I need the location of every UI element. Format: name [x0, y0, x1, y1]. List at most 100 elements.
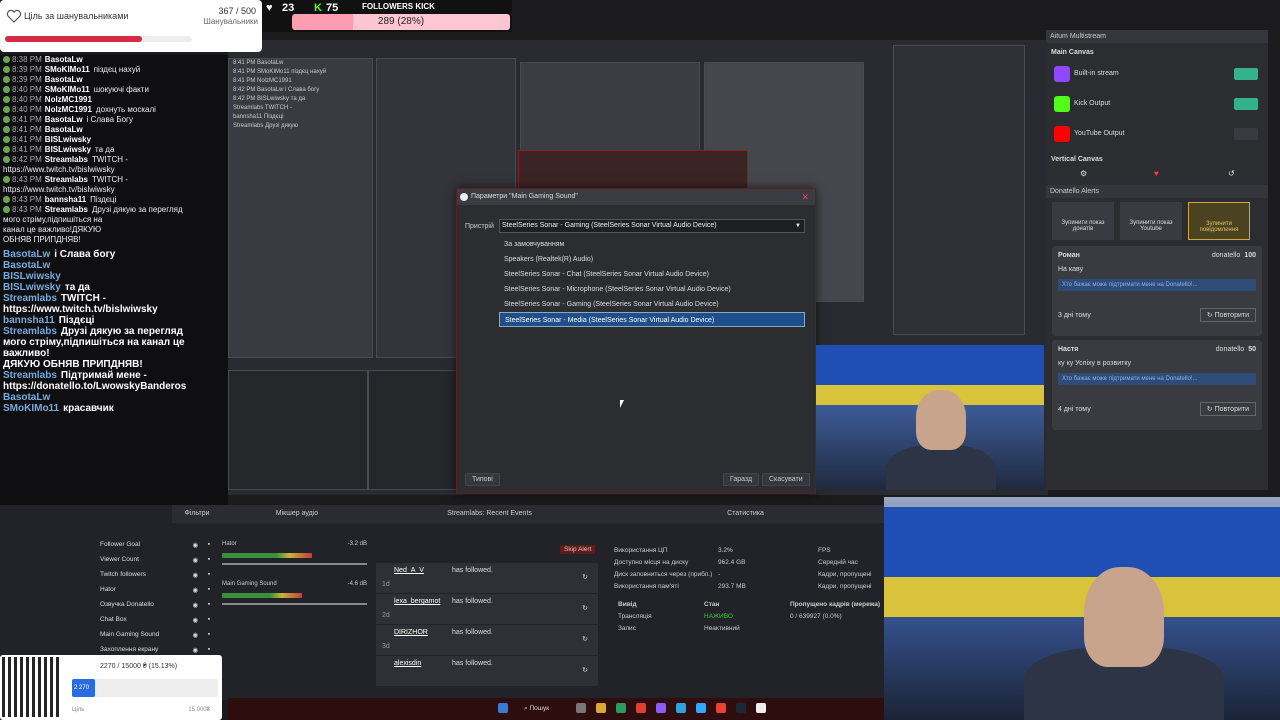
- dialog-titlebar[interactable]: Параметри "Main Gaming Sound" ✕: [457, 189, 815, 205]
- stop-messages-button[interactable]: Зупинити повідомлення: [1188, 202, 1250, 240]
- eye-icon[interactable]: ◉: [192, 616, 198, 624]
- device-option[interactable]: SteelSeries Sonar - Media (SteelSeries S…: [499, 312, 805, 327]
- source-item[interactable]: Озвучка Donatello ◉ ▪: [100, 601, 212, 609]
- event-user[interactable]: Ned_A_V: [394, 567, 424, 574]
- chat-user[interactable]: Streamlabs: [45, 155, 88, 164]
- source-item[interactable]: Chat Box ◉ ▪: [100, 616, 212, 624]
- close-icon[interactable]: ✕: [801, 189, 809, 205]
- cancel-button[interactable]: Скасувати: [762, 473, 810, 486]
- lock-icon[interactable]: ▪: [208, 616, 210, 623]
- eye-icon[interactable]: ◉: [192, 601, 198, 609]
- discord-icon[interactable]: [656, 703, 666, 713]
- link-icon[interactable]: ↺: [1228, 169, 1235, 178]
- user-badge-icon: [3, 146, 10, 154]
- source-item[interactable]: Захоплення екрану ◉ ▪: [100, 646, 212, 654]
- eye-icon[interactable]: ◉: [192, 556, 198, 564]
- output-toggle[interactable]: [1234, 68, 1258, 80]
- audio-properties-dialog[interactable]: Параметри "Main Gaming Sound" ✕ Пристрій…: [456, 188, 816, 494]
- source-item[interactable]: Follower Goal ◉ ▪: [100, 541, 212, 549]
- device-option[interactable]: SteelSeries Sonar - Chat (SteelSeries So…: [499, 267, 805, 282]
- lock-icon[interactable]: ▪: [208, 631, 210, 638]
- heart-icon[interactable]: ♥: [1154, 169, 1159, 178]
- device-option[interactable]: SteelSeries Sonar - Gaming (SteelSeries …: [499, 297, 805, 312]
- chat-overlay-message: https://www.twitch.tv/bislwiwsky: [0, 304, 228, 315]
- chat-time: 8:39 PM: [12, 65, 42, 74]
- chat-overlay-text: і Слава богу: [54, 249, 116, 260]
- edge-browser-icon[interactable]: [616, 703, 626, 713]
- eye-icon[interactable]: ◉: [192, 631, 198, 639]
- chat-user[interactable]: NolzMC1991: [45, 95, 92, 104]
- stop-donations-button[interactable]: Зупинити показ донатів: [1052, 202, 1114, 240]
- filters-tab[interactable]: Фільтри: [172, 505, 222, 523]
- chrome-icon[interactable]: [716, 703, 726, 713]
- windows-start-icon[interactable]: [498, 703, 508, 713]
- event-user[interactable]: lexa_bergamot: [394, 598, 440, 605]
- stream-output-row[interactable]: Kick Output: [1050, 90, 1264, 118]
- chat-user[interactable]: BasotaLw: [45, 75, 83, 84]
- eye-icon[interactable]: ◉: [192, 586, 198, 594]
- chat-user[interactable]: bannsha11: [45, 195, 86, 204]
- source-item[interactable]: Twitch followers ◉ ▪: [100, 571, 212, 579]
- photoshop-icon[interactable]: [696, 703, 706, 713]
- chat-user[interactable]: SMoKIMo11: [45, 65, 90, 74]
- chat-user[interactable]: BasotaLw: [45, 125, 83, 134]
- device-option[interactable]: SteelSeries Sonar - Microphone (SteelSer…: [499, 282, 805, 297]
- chat-user[interactable]: NolzMC1991: [45, 105, 92, 114]
- repeat-button[interactable]: ↻ Повторити: [1199, 402, 1256, 416]
- replay-icon[interactable]: ↻: [582, 573, 588, 581]
- file-explorer-icon[interactable]: [596, 703, 606, 713]
- steam-icon[interactable]: [736, 703, 746, 713]
- chat-user[interactable]: BasotaLw: [45, 55, 83, 64]
- eye-icon[interactable]: ◉: [192, 646, 198, 654]
- eye-icon[interactable]: ◉: [192, 541, 198, 549]
- lock-icon[interactable]: ▪: [208, 541, 210, 548]
- chat-user[interactable]: Streamlabs: [45, 175, 88, 184]
- event-user[interactable]: alexisdin: [394, 660, 421, 667]
- donation-source-label: donatello: [1211, 252, 1241, 259]
- user-badge-icon: [3, 116, 10, 124]
- device-option[interactable]: Speakers (Realtek(R) Audio): [499, 252, 805, 267]
- skip-alert-button[interactable]: Skip Alert: [560, 545, 596, 554]
- lock-icon[interactable]: ▪: [208, 646, 210, 653]
- chat-user[interactable]: SMoKIMo11: [45, 85, 90, 94]
- eye-icon[interactable]: ◉: [192, 571, 198, 579]
- source-item[interactable]: Hator ◉ ▪: [100, 586, 212, 594]
- task-view-icon[interactable]: [576, 703, 586, 713]
- event-user[interactable]: DIRIZHOR: [394, 629, 428, 636]
- repeat-button[interactable]: ↻ Повторити: [1199, 308, 1256, 322]
- ok-button[interactable]: Гаразд: [723, 473, 760, 486]
- defaults-button[interactable]: Типові: [465, 473, 500, 486]
- replay-icon[interactable]: ↻: [582, 666, 588, 674]
- chevron-down-icon[interactable]: ▼: [795, 220, 801, 232]
- stat-label: Використання пам'яті: [614, 583, 679, 590]
- source-item[interactable]: Viewer Count ◉ ▪: [100, 556, 212, 564]
- chat-user[interactable]: Streamlabs: [45, 205, 88, 214]
- device-dropdown-list[interactable]: За замовчуванням Speakers (Realtek(R) Aud…: [499, 237, 805, 327]
- replay-icon[interactable]: ↻: [582, 604, 588, 612]
- chat-user[interactable]: BISLwiwsky: [45, 135, 91, 144]
- stream-output-row[interactable]: Built-in stream: [1050, 60, 1264, 88]
- obs-icon[interactable]: [756, 703, 766, 713]
- taskbar-search[interactable]: ⌕ Пошук: [524, 702, 568, 716]
- lock-icon[interactable]: ▪: [208, 556, 210, 563]
- source-item[interactable]: Main Gaming Sound ◉ ▪: [100, 631, 212, 639]
- output-toggle[interactable]: [1234, 98, 1258, 110]
- volume-meter: [222, 553, 312, 558]
- lock-icon[interactable]: ▪: [208, 586, 210, 593]
- stream-output-row[interactable]: YouTube Output: [1050, 120, 1264, 148]
- replay-icon[interactable]: ↻: [582, 635, 588, 643]
- firefox-icon[interactable]: [636, 703, 646, 713]
- lock-icon[interactable]: ▪: [208, 571, 210, 578]
- chat-message: 8:40 PM NolzMC1991 дохнуть москалі: [0, 105, 228, 115]
- stop-youtube-button[interactable]: Зупинити показ Youtube: [1120, 202, 1182, 240]
- output-toggle[interactable]: [1234, 128, 1258, 140]
- chat-user[interactable]: BasotaLw: [45, 115, 83, 124]
- chat-user[interactable]: BISLwiwsky: [45, 145, 91, 154]
- telegram-icon[interactable]: [676, 703, 686, 713]
- volume-slider[interactable]: [222, 603, 367, 605]
- gear-icon[interactable]: ⚙: [1080, 169, 1087, 178]
- device-option[interactable]: За замовчуванням: [499, 237, 805, 252]
- device-select[interactable]: SteelSeries Sonar - Gaming (SteelSeries …: [499, 219, 805, 233]
- lock-icon[interactable]: ▪: [208, 601, 210, 608]
- volume-slider[interactable]: [222, 563, 367, 565]
